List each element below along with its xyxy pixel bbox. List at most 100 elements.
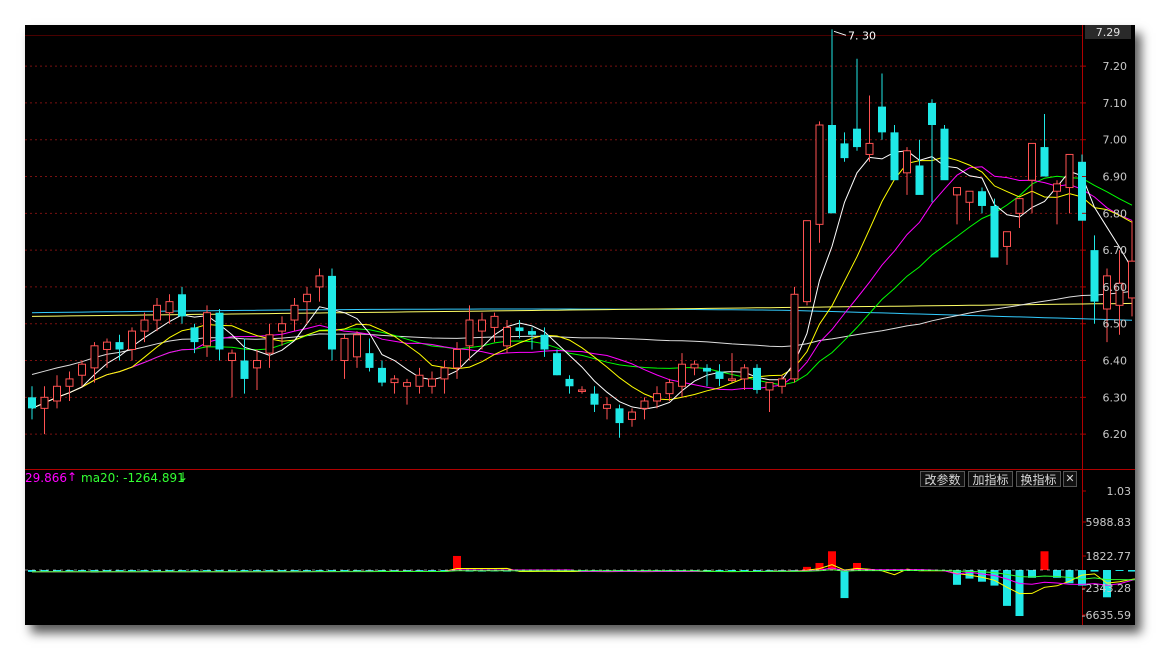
candle[interactable] <box>40 386 49 435</box>
candle[interactable] <box>653 386 661 409</box>
candle[interactable] <box>428 371 436 394</box>
candle[interactable] <box>215 309 224 361</box>
candle[interactable] <box>465 305 474 361</box>
candle[interactable] <box>815 121 824 243</box>
candle[interactable] <box>178 286 186 324</box>
candle[interactable] <box>640 397 649 420</box>
candle[interactable] <box>128 327 136 361</box>
candle[interactable] <box>790 286 799 383</box>
candle[interactable] <box>65 371 74 401</box>
candle[interactable] <box>953 187 961 225</box>
legend-a-value: 29.866 <box>25 471 67 485</box>
candle[interactable] <box>53 375 61 409</box>
candle[interactable] <box>978 187 986 214</box>
candle[interactable] <box>703 364 711 387</box>
candle[interactable] <box>240 338 249 394</box>
candle[interactable] <box>315 268 324 302</box>
candle[interactable] <box>715 364 724 387</box>
candle-body <box>328 275 336 350</box>
price-tick-label: 6.70 <box>1103 244 1128 257</box>
candle-body <box>378 367 386 383</box>
candle[interactable] <box>540 327 549 357</box>
candle[interactable] <box>628 408 636 427</box>
candle[interactable] <box>503 320 511 354</box>
add-indicator-button[interactable]: 加指标 <box>968 471 1013 487</box>
candle[interactable] <box>1028 142 1036 214</box>
candle[interactable] <box>440 360 449 394</box>
candle[interactable] <box>1128 220 1136 317</box>
candle[interactable] <box>290 297 299 332</box>
candle[interactable] <box>140 312 149 343</box>
candle[interactable] <box>990 198 999 258</box>
candle[interactable] <box>915 139 924 195</box>
candle[interactable] <box>153 297 161 332</box>
candle[interactable] <box>378 360 386 387</box>
edit-params-button[interactable]: 改参数 <box>920 471 965 487</box>
candle[interactable] <box>840 132 849 162</box>
candle-body <box>965 190 974 203</box>
candle[interactable] <box>528 327 536 350</box>
candle[interactable] <box>878 73 886 140</box>
indicator-line-a <box>31 564 1135 595</box>
price-tick-label: 6.30 <box>1103 391 1128 404</box>
candle[interactable] <box>965 190 974 221</box>
candle[interactable] <box>928 99 936 203</box>
candle[interactable] <box>828 29 836 214</box>
candle[interactable] <box>753 364 761 394</box>
candle-body <box>565 378 574 387</box>
candle[interactable] <box>1065 153 1074 214</box>
candle[interactable] <box>265 323 274 368</box>
candle[interactable] <box>453 342 461 379</box>
candle[interactable] <box>1040 113 1049 177</box>
candle[interactable] <box>853 58 861 151</box>
candle[interactable] <box>165 294 174 324</box>
candle[interactable] <box>515 320 524 339</box>
candlesticks[interactable] <box>28 29 1136 438</box>
candle[interactable] <box>603 397 611 420</box>
candle[interactable] <box>403 378 411 405</box>
candle[interactable] <box>565 375 574 394</box>
candle[interactable] <box>340 334 349 379</box>
candle[interactable] <box>328 268 336 361</box>
candle[interactable] <box>890 125 899 181</box>
candle[interactable] <box>590 386 599 413</box>
candle[interactable] <box>728 353 736 383</box>
kline-chart[interactable]: 7.29 7.20 7.10 7.00 6.90 6.80 6.70 6.60 6.50 6.40… <box>25 25 1135 625</box>
candle[interactable] <box>615 404 624 438</box>
candle-body <box>753 367 761 390</box>
candle[interactable] <box>903 147 911 195</box>
candle[interactable] <box>1090 235 1099 324</box>
candle[interactable] <box>253 349 261 390</box>
candle[interactable] <box>390 375 399 394</box>
candle-body <box>903 150 911 174</box>
indicator-bar <box>840 570 849 599</box>
indicator-panel[interactable] <box>25 551 1135 617</box>
candle[interactable] <box>578 386 586 394</box>
candle[interactable] <box>1015 198 1024 229</box>
close-icon[interactable]: ✕ <box>1063 471 1077 487</box>
candle[interactable] <box>28 386 36 420</box>
candle[interactable] <box>228 349 236 398</box>
candle[interactable] <box>353 331 361 368</box>
candle[interactable] <box>1053 180 1061 225</box>
switch-indicator-button[interactable]: 换指标 <box>1016 471 1061 487</box>
candle[interactable] <box>803 220 811 306</box>
candle[interactable] <box>303 286 311 324</box>
candle[interactable] <box>1003 231 1011 265</box>
candle[interactable] <box>865 95 874 162</box>
candle[interactable] <box>940 125 949 181</box>
candle[interactable] <box>778 375 786 394</box>
candle[interactable] <box>740 364 749 390</box>
candle[interactable] <box>365 338 374 372</box>
candle[interactable] <box>115 334 124 361</box>
candle[interactable] <box>1103 268 1111 343</box>
candle[interactable] <box>690 360 699 376</box>
candle[interactable] <box>78 360 86 387</box>
candle[interactable] <box>678 353 686 398</box>
candle[interactable] <box>553 349 561 376</box>
candle[interactable] <box>415 367 424 394</box>
candle[interactable] <box>1078 154 1086 221</box>
candle[interactable] <box>478 312 486 350</box>
candle[interactable] <box>103 338 111 368</box>
candle[interactable] <box>203 305 211 357</box>
